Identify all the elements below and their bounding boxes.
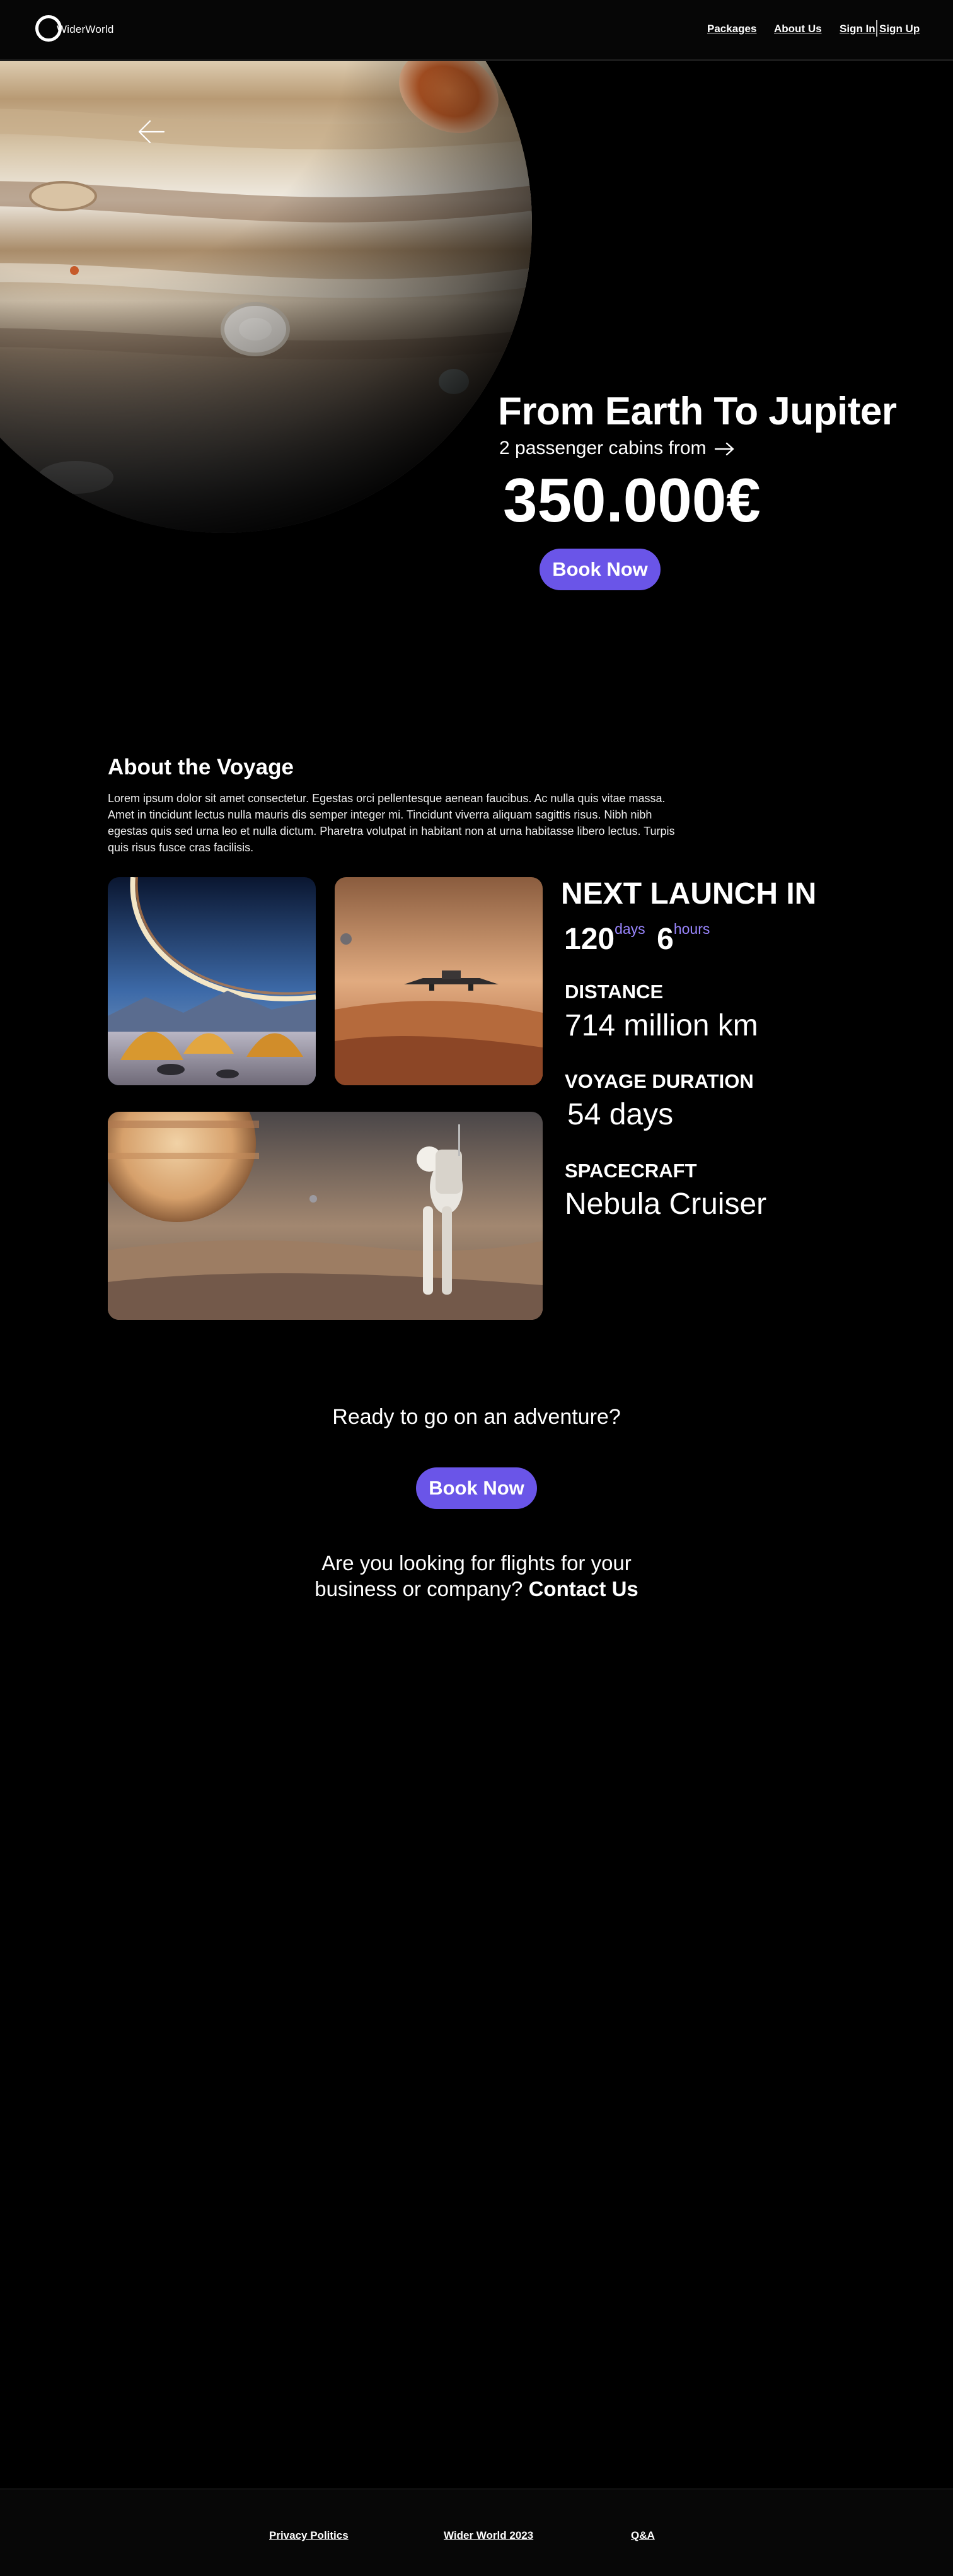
nav-packages-link[interactable]: Packages [707, 23, 756, 35]
nav-about-link[interactable]: About Us [774, 23, 822, 35]
business-line-2-text: business or company? [315, 1577, 523, 1600]
arrow-right-icon [714, 442, 734, 456]
logo[interactable]: WiderWorld [35, 15, 155, 44]
next-launch-title: NEXT LAUNCH IN [561, 877, 817, 911]
jupiter-image [0, 61, 532, 533]
about-text: Lorem ipsum dolor sit amet consectetur. … [108, 792, 675, 854]
hero-price: 350.000€ [503, 465, 761, 535]
qa-link[interactable]: Q&A [631, 2529, 655, 2542]
hero-section: From Earth To Jupiter 2 passenger cabins… [0, 61, 953, 679]
privacy-link[interactable]: Privacy Politics [269, 2529, 349, 2542]
spacecraft-label: SPACECRAFT [565, 1160, 697, 1182]
hero-title: From Earth To Jupiter [498, 390, 897, 433]
about-title: About the Voyage [108, 755, 294, 779]
duration-label: VOYAGE DURATION [565, 1070, 754, 1092]
countdown-days-unit: days [615, 921, 645, 937]
top-navbar: WiderWorld Packages About Us Sign In Sig… [0, 0, 953, 61]
astronaut-photo [108, 1112, 543, 1320]
duration-value: 54 days [567, 1098, 674, 1131]
footer: Privacy Politics Wider World 2023 Q&A [0, 2488, 953, 2576]
spacecraft-value: Nebula Cruiser [565, 1187, 767, 1221]
adventure-question: Ready to go on an adventure? [332, 1405, 621, 1429]
distance-value: 714 million km [565, 1009, 758, 1042]
nav-divider [876, 20, 877, 37]
distance-label: DISTANCE [565, 981, 664, 1003]
launch-countdown: 120days 6hours [564, 921, 710, 960]
copyright-link[interactable]: Wider World 2023 [444, 2529, 533, 2542]
logo-text: WiderWorld [57, 23, 114, 35]
cta-book-now-button[interactable]: Book Now [416, 1467, 537, 1509]
business-line-1: Are you looking for flights for your [321, 1551, 632, 1575]
business-line-2: business or company? Contact Us [0, 1576, 953, 1602]
hero-book-now-button[interactable]: Book Now [540, 549, 661, 590]
countdown-hours-unit: hours [673, 921, 710, 937]
hero-subtitle: 2 passenger cabins from [499, 438, 736, 459]
contact-us-link[interactable]: Contact Us [529, 1577, 638, 1600]
countdown-hours-value: 6 [657, 923, 674, 956]
nav-sign-up-link[interactable]: Sign Up [879, 23, 920, 35]
nav-sign-in-link[interactable]: Sign In [840, 23, 875, 35]
arrow-left-icon[interactable] [137, 119, 165, 144]
spaceship-photo [335, 877, 543, 1085]
business-contact-text: Are you looking for flights for your bus… [0, 1550, 953, 1602]
hero-subtitle-text: 2 passenger cabins from [499, 438, 707, 458]
camp-photo [108, 877, 316, 1085]
countdown-days-value: 120 [564, 923, 615, 956]
